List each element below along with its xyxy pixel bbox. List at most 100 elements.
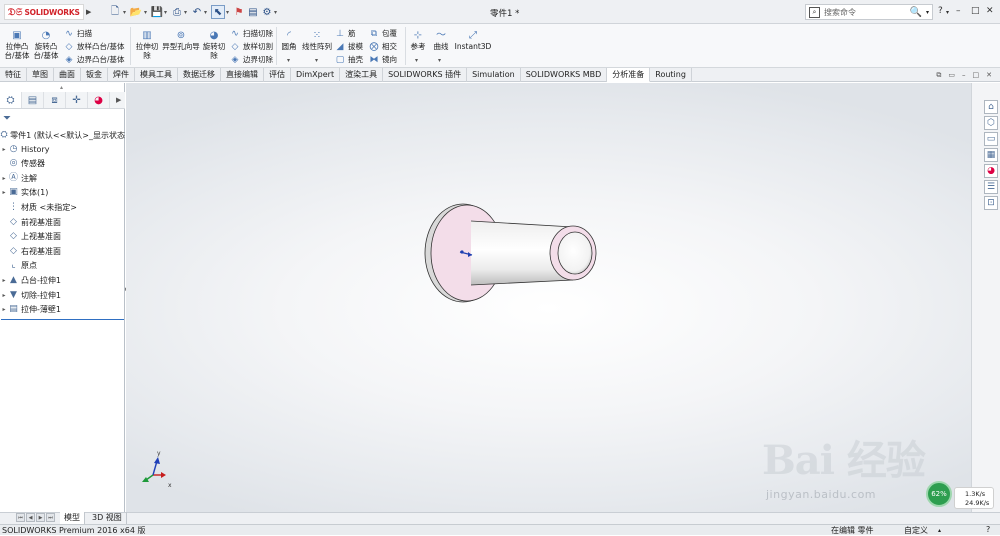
property-manager-tab-icon[interactable]: ▤ xyxy=(22,92,44,108)
tree-item[interactable]: ◇ 上视基准面 xyxy=(0,230,125,244)
appearances-icon[interactable]: ◕ xyxy=(984,164,998,178)
intersect-button[interactable]: ⨂ 相交 xyxy=(369,40,398,53)
help-dropdown-icon[interactable]: ▾ xyxy=(946,9,949,16)
options-dropdown-icon[interactable]: ▾ xyxy=(274,9,277,16)
tree-item[interactable]: ▸ ▲ 凸台-拉伸1 xyxy=(0,273,125,287)
new-file-icon[interactable]: 🗋 xyxy=(108,5,122,19)
sweep-button[interactable]: ∿ 扫描 xyxy=(64,27,92,40)
maximize-doc-icon[interactable]: □ xyxy=(973,71,980,80)
search-commands-field[interactable]: ⌕ 搜索命令 🔍 ▾ xyxy=(805,4,933,20)
hole-wizard-button[interactable]: ⊚ 异型孔向导 xyxy=(161,30,201,51)
loft-button[interactable]: ◇ 放样凸台/基体 xyxy=(64,40,125,53)
linear-pattern-button[interactable]: ⁙ 线性阵列 xyxy=(301,30,333,51)
linear-pattern-dropdown-icon[interactable]: ▾ xyxy=(315,57,318,64)
rebuild-icon[interactable]: ⚑ xyxy=(232,5,246,19)
tab-3d-view[interactable]: 3D 视图 xyxy=(88,512,127,524)
expand-arrow-icon[interactable]: ▸ xyxy=(0,306,8,313)
tab-11[interactable]: SOLIDWORKS 插件 xyxy=(383,68,468,82)
fillet-dropdown-icon[interactable]: ▾ xyxy=(287,57,290,64)
expand-arrow-icon[interactable]: ▸ xyxy=(0,189,8,196)
rib-button[interactable]: ⊥ 筋 xyxy=(335,27,355,40)
forum-icon[interactable]: ⊡ xyxy=(984,196,998,210)
expand-arrow-icon[interactable]: ▸ xyxy=(0,146,8,153)
dimxpert-manager-tab-icon[interactable]: ✛ xyxy=(66,92,88,108)
tree-item[interactable]: ▸ Ⓐ 注解 xyxy=(0,171,125,185)
last-tab-icon[interactable]: ⏭ xyxy=(46,513,55,522)
curves-dropdown-icon[interactable]: ▾ xyxy=(438,57,441,64)
tab-2[interactable]: 曲面 xyxy=(54,68,81,82)
help-status-icon[interactable]: ? xyxy=(986,525,990,534)
tab-1[interactable]: 草图 xyxy=(27,68,54,82)
tile-window-icon[interactable]: ⧉ xyxy=(936,71,941,80)
help-icon[interactable]: ? xyxy=(938,6,943,16)
close-doc-icon[interactable]: ✕ xyxy=(986,71,992,80)
tree-item[interactable]: ◇ 前视基准面 xyxy=(0,215,125,229)
tab-12[interactable]: Simulation xyxy=(467,68,521,82)
tab-7[interactable]: 直接编辑 xyxy=(221,68,264,82)
mirror-button[interactable]: ⧓ 镜向 xyxy=(369,53,398,66)
undo-dropdown-icon[interactable]: ▾ xyxy=(204,9,207,16)
expand-arrow-icon[interactable]: ▸ xyxy=(0,292,8,299)
file-properties-icon[interactable]: ▤ xyxy=(246,5,260,19)
tree-item[interactable]: ◇ 右视基准面 xyxy=(0,244,125,258)
minimize-icon[interactable]: – xyxy=(956,6,961,16)
draft-button[interactable]: ◢ 拔模 xyxy=(335,40,363,53)
select-icon[interactable]: ⬉ xyxy=(211,5,225,19)
boundary-cut-button[interactable]: ◈ 边界切除 xyxy=(230,53,273,66)
options-icon[interactable]: ⚙ xyxy=(260,5,274,19)
tab-10[interactable]: 渲染工具 xyxy=(340,68,384,82)
maximize-icon[interactable]: □ xyxy=(971,6,980,16)
close-icon[interactable]: ✕ xyxy=(986,6,994,16)
extrude-cut-button[interactable]: ▥ 拉伸切 除 xyxy=(134,30,160,60)
prev-tab-icon[interactable]: ◀ xyxy=(26,513,35,522)
extrude-boss-button[interactable]: ▣ 拉伸凸 台/基体 xyxy=(4,30,29,60)
tree-item[interactable]: ▸ ▣ 实体(1) xyxy=(0,186,125,200)
select-dropdown-icon[interactable]: ▾ xyxy=(226,9,229,16)
configuration-manager-tab-icon[interactable]: ⧈ xyxy=(44,92,66,108)
feature-manager-tab-icon[interactable]: ⛭ xyxy=(0,92,22,108)
tree-item[interactable]: ▸ ◷ History xyxy=(0,142,125,156)
boundary-boss-button[interactable]: ◈ 边界凸台/基体 xyxy=(64,53,125,66)
print-icon[interactable]: ⎙ xyxy=(170,5,184,19)
curves-button[interactable]: 〜 曲线 xyxy=(432,30,450,51)
home-icon[interactable]: ⌂ xyxy=(984,100,998,114)
search-dropdown-icon[interactable]: ▾ xyxy=(926,9,932,16)
display-manager-tab-icon[interactable]: ◕ xyxy=(88,92,110,108)
revolve-cut-button[interactable]: ◕ 旋转切 除 xyxy=(201,30,227,60)
file-explorer-icon[interactable]: ▭ xyxy=(984,132,998,146)
save-dropdown-icon[interactable]: ▾ xyxy=(164,9,167,16)
tab-8[interactable]: 评估 xyxy=(264,68,291,82)
tab-15[interactable]: Routing xyxy=(650,68,692,82)
tube-body[interactable] xyxy=(470,220,597,286)
revolve-boss-button[interactable]: ◔ 旋转凸 台/基体 xyxy=(33,30,59,60)
tree-item[interactable]: ▸ ▤ 拉伸-薄壁1 xyxy=(0,303,125,317)
tree-item[interactable]: ◎ 传感器 xyxy=(0,157,125,171)
units-custom[interactable]: 自定义 xyxy=(904,525,928,536)
next-tab-icon[interactable]: ▶ xyxy=(36,513,45,522)
fillet-button[interactable]: ◜ 圆角 xyxy=(279,30,299,51)
tree-root[interactable]: ⛭ 零件1 (默认<<默认>_显示状态 xyxy=(0,128,125,142)
network-speed-widget[interactable]: 62% 1.3K/s 24.9K/s xyxy=(926,481,998,511)
first-tab-icon[interactable]: ⏮ xyxy=(16,513,25,522)
print-dropdown-icon[interactable]: ▾ xyxy=(184,9,187,16)
tree-item[interactable]: ▸ ▼ 切除-拉伸1 xyxy=(0,288,125,302)
filter-icon[interactable]: ⏷ xyxy=(3,113,11,124)
tab-5[interactable]: 模具工具 xyxy=(135,68,178,82)
solidworks-logo[interactable]: 𝔇𝔖 SOLIDWORKS xyxy=(4,4,84,20)
view-palette-icon[interactable]: ▦ xyxy=(984,148,998,162)
rollback-bar[interactable] xyxy=(1,319,124,320)
wrap-button[interactable]: ⧉ 包覆 xyxy=(369,27,397,40)
tab-14[interactable]: 分析准备 xyxy=(607,68,651,82)
reference-geometry-button[interactable]: ⊹ 参考 xyxy=(409,30,427,51)
swept-cut-button[interactable]: ∿ 扫描切除 xyxy=(230,27,273,40)
view-triad[interactable]: x y xyxy=(142,450,172,489)
expand-arrow-icon[interactable]: ▸ xyxy=(0,277,8,284)
tab-0[interactable]: 特征 xyxy=(0,68,27,82)
reference-dropdown-icon[interactable]: ▾ xyxy=(415,57,418,64)
instant3d-button[interactable]: ⤢ Instant3D xyxy=(455,30,492,51)
tab-4[interactable]: 焊件 xyxy=(108,68,135,82)
open-file-icon[interactable]: 📂 xyxy=(129,5,143,19)
tree-item[interactable]: ⋮ 材质 <未指定> xyxy=(0,200,125,214)
units-dropdown-icon[interactable]: ▴ xyxy=(938,527,941,534)
new-dropdown-icon[interactable]: ▾ xyxy=(123,9,126,16)
